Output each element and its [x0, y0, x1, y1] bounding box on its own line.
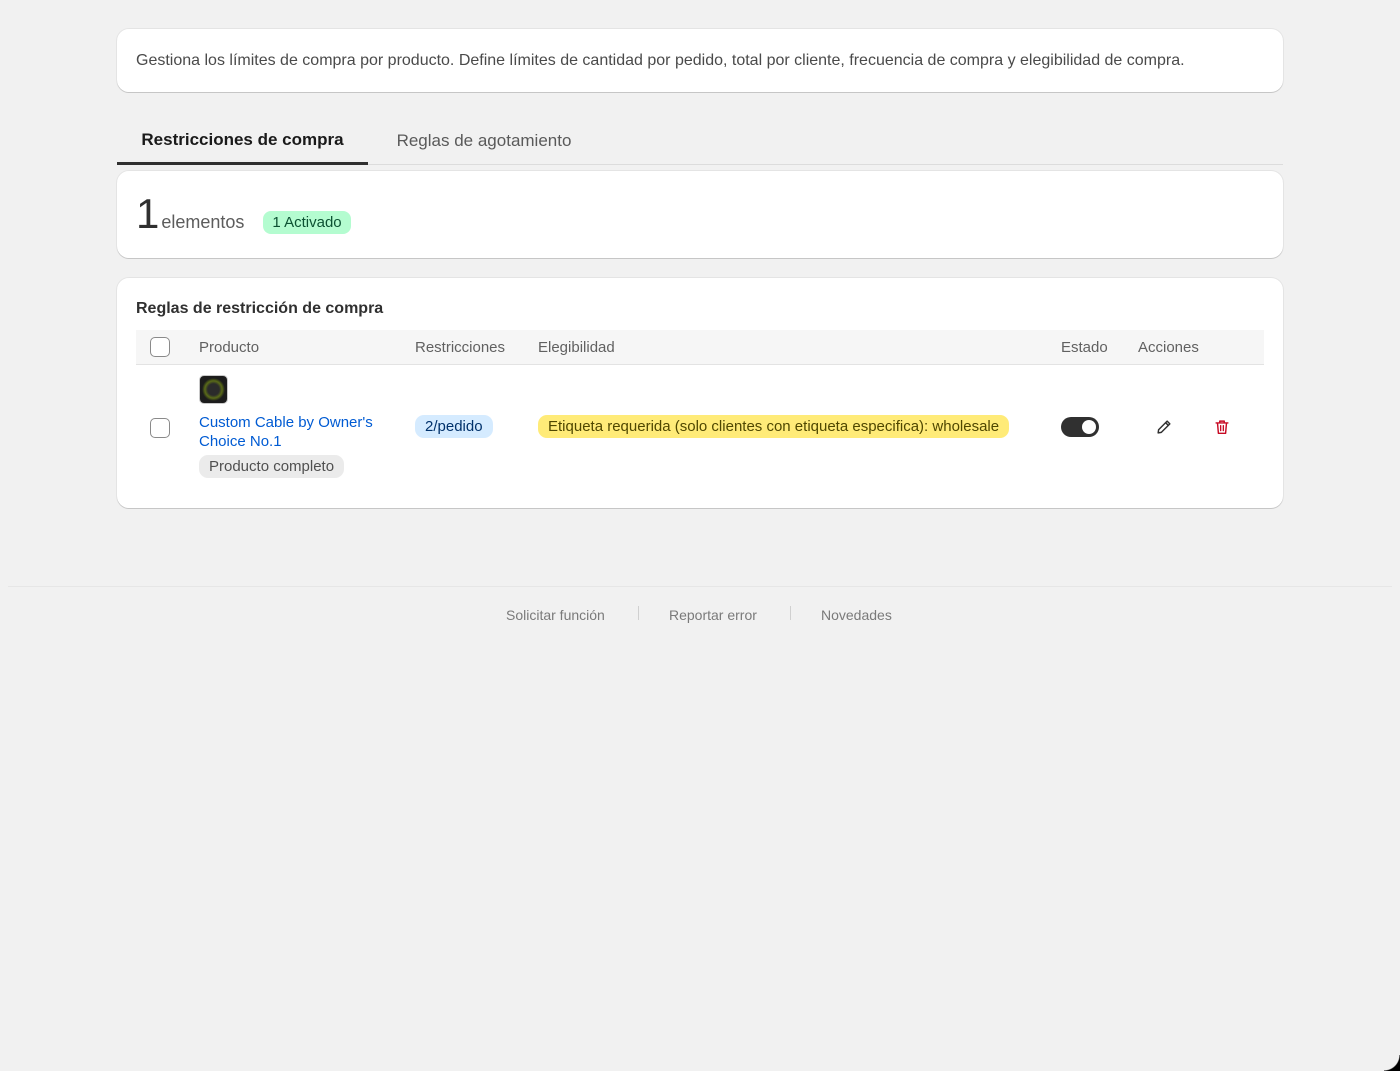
footer-link-report-error[interactable]: Reportar error	[669, 607, 757, 623]
status-toggle[interactable]	[1061, 417, 1099, 437]
delete-button[interactable]	[1211, 416, 1233, 438]
footer-link-request-feature[interactable]: Solicitar función	[506, 607, 605, 623]
tab-purchase-restrictions[interactable]: Restricciones de compra	[117, 117, 368, 165]
pencil-icon	[1157, 420, 1171, 434]
tab-bar: Restricciones de compra Reglas de agotam…	[117, 117, 1283, 165]
restriction-badge: 2/pedido	[415, 415, 493, 438]
select-all-checkbox[interactable]	[150, 337, 170, 357]
items-count: 1	[136, 189, 160, 237]
column-header-eligibility: Elegibilidad	[538, 339, 615, 356]
footer-divider	[790, 606, 791, 620]
summary-card: 1 elementos 1 Activado	[117, 171, 1283, 258]
tab-sold-out-rules[interactable]: Reglas de agotamiento	[368, 117, 600, 165]
product-link[interactable]: Custom Cable by Owner's Choice No.1	[199, 413, 399, 451]
product-scope-badge: Producto completo	[199, 455, 345, 478]
column-header-product: Producto	[199, 339, 260, 356]
column-header-actions: Acciones	[1138, 339, 1199, 356]
column-header-status: Estado	[1061, 339, 1108, 356]
items-count-label: elementos	[161, 212, 245, 232]
table-header: Producto Restricciones Elegibilidad Esta…	[136, 330, 1264, 365]
eligibility-badge: Etiqueta requerida (solo clientes con et…	[538, 415, 1010, 438]
rules-card: Reglas de restricción de compra Producto…	[117, 278, 1283, 508]
product-thumbnail	[199, 375, 228, 404]
footer-divider	[638, 606, 639, 620]
active-badge: 1 Activado	[263, 211, 351, 234]
toggle-knob	[1082, 420, 1096, 434]
row-checkbox[interactable]	[150, 418, 170, 438]
column-header-restrictions: Restricciones	[415, 339, 506, 356]
rules-title: Reglas de restricción de compra	[136, 300, 384, 317]
table-row: Custom Cable by Owner's Choice No.1 Prod…	[136, 366, 1264, 496]
trash-icon	[1215, 420, 1229, 435]
footer: Solicitar función Reportar error Novedad…	[8, 586, 1392, 644]
intro-card: Gestiona los límites de compra por produ…	[117, 29, 1283, 92]
footer-link-news[interactable]: Novedades	[821, 607, 892, 623]
intro-description: Gestiona los límites de compra por produ…	[136, 51, 1185, 69]
window-corner	[1384, 1055, 1400, 1071]
edit-button[interactable]	[1153, 416, 1175, 438]
